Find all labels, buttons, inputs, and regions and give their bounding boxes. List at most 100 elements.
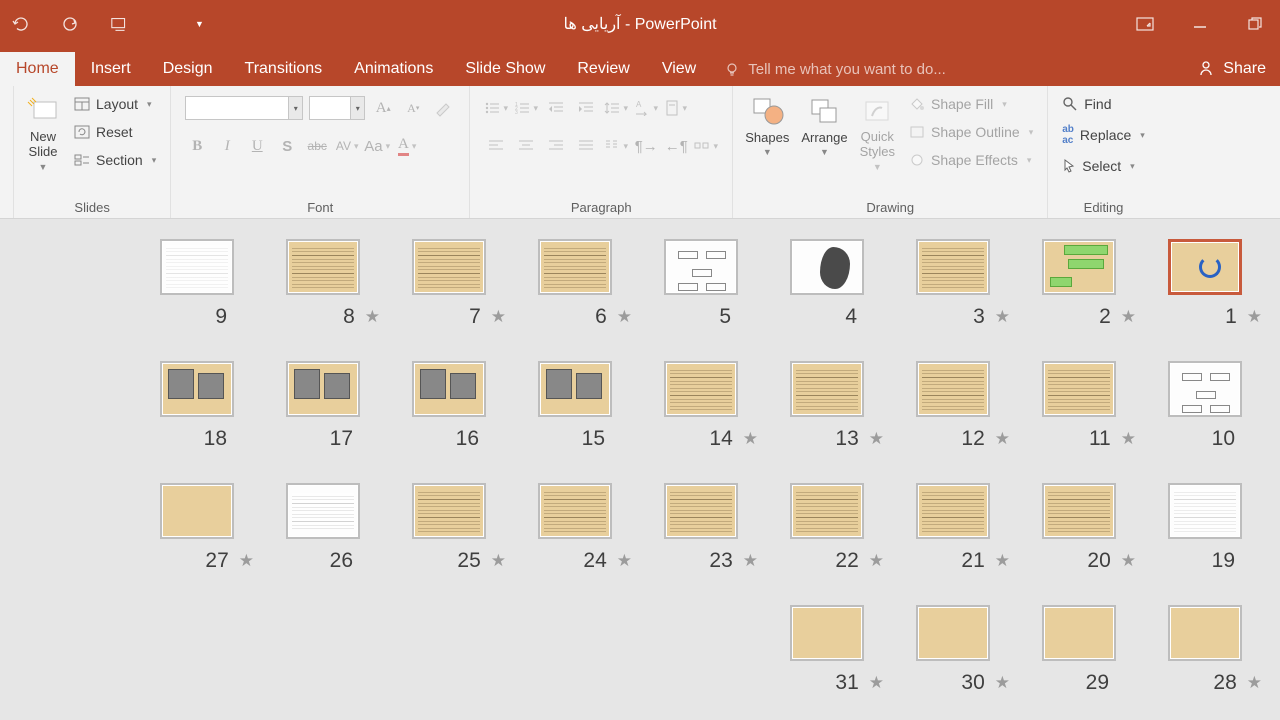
slide-thumb-19[interactable] (1168, 483, 1242, 539)
char-spacing-button[interactable]: AV (335, 134, 359, 158)
numbering-button[interactable]: 123 (514, 96, 538, 120)
slide-thumbnail[interactable]: 27★ (134, 483, 260, 573)
font-size-combo[interactable]: ▾ (309, 96, 365, 120)
underline-button[interactable]: U (245, 134, 269, 158)
rtl-button[interactable]: ←¶ (664, 134, 688, 158)
slide-thumb-26[interactable] (286, 483, 360, 539)
slide-thumb-9[interactable] (160, 239, 234, 295)
minimize-icon[interactable] (1190, 14, 1210, 34)
slide-thumb-15[interactable] (538, 361, 612, 417)
tab-review[interactable]: Review (561, 52, 645, 86)
slide-thumb-28[interactable] (1168, 605, 1242, 661)
slide-thumb-21[interactable] (916, 483, 990, 539)
align-right-button[interactable] (544, 134, 568, 158)
shape-outline-button[interactable]: Shape Outline (905, 122, 1037, 142)
slide-thumb-4[interactable] (790, 239, 864, 295)
slide-thumbnail[interactable]: 11★ (1016, 361, 1142, 451)
shape-fill-button[interactable]: Shape Fill (905, 94, 1037, 114)
text-direction-button[interactable]: A (634, 96, 658, 120)
slide-thumbnail[interactable]: 13★ (764, 361, 890, 451)
bullets-button[interactable] (484, 96, 508, 120)
slide-thumb-5[interactable] (664, 239, 738, 295)
slide-thumb-24[interactable] (538, 483, 612, 539)
slide-thumbnail[interactable]: 25★ (386, 483, 512, 573)
slide-thumbnail[interactable]: 23★ (638, 483, 764, 573)
font-color-button[interactable]: A (395, 134, 419, 158)
slide-thumbnail[interactable]: 5 (638, 239, 764, 329)
change-case-button[interactable]: Aa (365, 134, 389, 158)
slide-thumbnail[interactable]: 6★ (512, 239, 638, 329)
font-family-combo[interactable]: ▾ (185, 96, 303, 120)
ribbon-display-icon[interactable] (1135, 14, 1155, 34)
slide-thumbnail[interactable]: 24★ (512, 483, 638, 573)
layout-button[interactable]: Layout (70, 94, 160, 114)
arrange-button[interactable]: Arrange▼ (795, 90, 853, 161)
slide-thumbnail[interactable]: 7★ (386, 239, 512, 329)
slide-sorter[interactable]: 1★2★3★456★7★8★91011★12★13★14★15161718192… (0, 219, 1280, 720)
slide-thumbnail[interactable]: 22★ (764, 483, 890, 573)
line-spacing-button[interactable] (604, 96, 628, 120)
slide-thumb-7[interactable] (412, 239, 486, 295)
slide-thumbnail[interactable]: 1★ (1142, 239, 1268, 329)
slide-thumbnail[interactable]: 19 (1142, 483, 1268, 573)
decrease-indent-button[interactable] (544, 96, 568, 120)
smartart-button[interactable] (694, 134, 718, 158)
slide-thumbnail[interactable]: 28★ (1142, 605, 1268, 695)
slide-thumb-23[interactable] (664, 483, 738, 539)
tab-animations[interactable]: Animations (338, 52, 449, 86)
slide-thumbnail[interactable]: 17 (260, 361, 386, 451)
slide-thumbnail[interactable]: 3★ (890, 239, 1016, 329)
align-left-button[interactable] (484, 134, 508, 158)
slide-thumb-3[interactable] (916, 239, 990, 295)
slide-thumb-13[interactable] (790, 361, 864, 417)
slide-thumbnail[interactable]: 16 (386, 361, 512, 451)
slide-thumb-18[interactable] (160, 361, 234, 417)
ltr-button[interactable]: ¶→ (634, 134, 658, 158)
tab-view[interactable]: View (646, 52, 712, 86)
slide-thumb-27[interactable] (160, 483, 234, 539)
start-from-beginning-icon[interactable] (110, 14, 130, 34)
slide-thumbnail[interactable]: 20★ (1016, 483, 1142, 573)
slide-thumbnail[interactable]: 4 (764, 239, 890, 329)
bold-button[interactable]: B (185, 134, 209, 158)
select-button[interactable]: Select (1058, 156, 1149, 176)
columns-button[interactable] (604, 134, 628, 158)
share-button[interactable]: Share (1183, 52, 1280, 86)
new-slide-button[interactable]: New Slide ▼ (20, 90, 66, 176)
slide-thumb-22[interactable] (790, 483, 864, 539)
replace-button[interactable]: abacReplace (1058, 122, 1149, 148)
slide-thumb-29[interactable] (1042, 605, 1116, 661)
restore-icon[interactable] (1245, 14, 1265, 34)
tab-insert[interactable]: Insert (75, 52, 147, 86)
increase-font-icon[interactable]: A▴ (371, 96, 395, 120)
tab-slideshow[interactable]: Slide Show (449, 52, 561, 86)
slide-thumbnail[interactable]: 12★ (890, 361, 1016, 451)
strikethrough-button[interactable]: abc (305, 134, 329, 158)
slide-thumbnail[interactable]: 10 (1142, 361, 1268, 451)
align-text-button[interactable] (664, 96, 688, 120)
slide-thumbnail[interactable]: 21★ (890, 483, 1016, 573)
slide-thumb-20[interactable] (1042, 483, 1116, 539)
slide-thumbnail[interactable]: 15 (512, 361, 638, 451)
slide-thumb-12[interactable] (916, 361, 990, 417)
slide-thumb-2[interactable] (1042, 239, 1116, 295)
slide-thumbnail[interactable]: 9 (134, 239, 260, 329)
italic-button[interactable]: I (215, 134, 239, 158)
slide-thumbnail[interactable]: 14★ (638, 361, 764, 451)
slide-thumbnail[interactable]: 18 (134, 361, 260, 451)
shapes-button[interactable]: Shapes▼ (739, 90, 795, 161)
slide-thumbnail[interactable]: 30★ (890, 605, 1016, 695)
slide-thumb-1[interactable] (1168, 239, 1242, 295)
quick-styles-button[interactable]: Quick Styles▼ (854, 90, 901, 176)
slide-thumbnail[interactable]: 31★ (764, 605, 890, 695)
slide-thumb-14[interactable] (664, 361, 738, 417)
slide-thumb-31[interactable] (790, 605, 864, 661)
undo-icon[interactable] (10, 14, 30, 34)
redo-icon[interactable] (60, 14, 80, 34)
slide-thumb-17[interactable] (286, 361, 360, 417)
tab-home[interactable]: Home (0, 52, 75, 86)
reset-button[interactable]: Reset (70, 122, 160, 142)
slide-thumb-25[interactable] (412, 483, 486, 539)
slide-thumbnail[interactable]: 26 (260, 483, 386, 573)
slide-thumbnail[interactable]: 8★ (260, 239, 386, 329)
